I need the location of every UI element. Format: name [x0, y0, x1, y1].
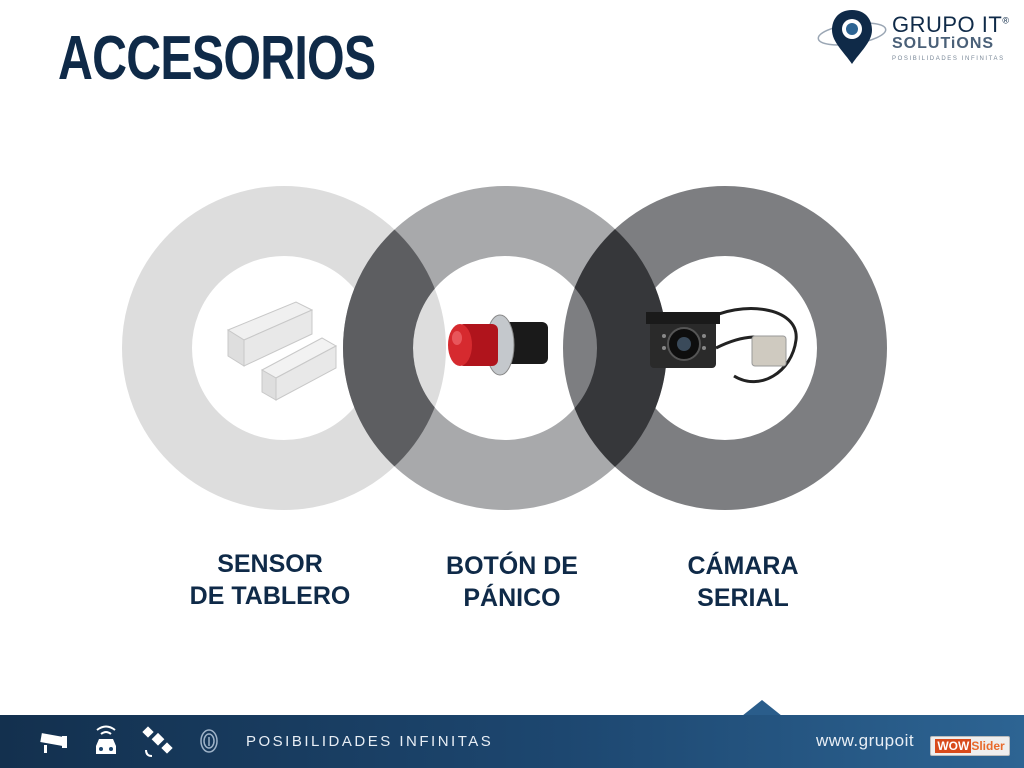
serial-camera-image — [646, 307, 798, 384]
item-label-line1: CÁMARA — [687, 552, 799, 580]
door-sensor-image — [226, 301, 338, 401]
cctv-camera-icon — [40, 733, 67, 753]
fingerprint-icon — [200, 729, 218, 753]
item-label-camera: CÁMARA SERIAL — [623, 550, 863, 614]
car-wifi-icon — [96, 725, 116, 754]
badge-part2: Slider — [971, 739, 1005, 753]
item-label-sensor: SENSOR DE TABLERO — [150, 548, 390, 612]
item-label-panic-button: BOTÓN DE PÁNICO — [392, 550, 632, 614]
website-link[interactable]: www.grupoit — [816, 731, 914, 751]
slide: ACCESORIOS GRUPO IT® SOLUTiONS POSIBILID… — [0, 0, 1024, 768]
item-label-line2: DE TABLERO — [189, 582, 351, 610]
footer-tagline: POSIBILIDADES INFINITAS — [246, 733, 494, 750]
item-label-line2: PÁNICO — [463, 584, 561, 612]
item-label-line1: SENSOR — [217, 550, 323, 578]
badge-part1: WOW — [935, 739, 972, 753]
item-label-line1: BOTÓN DE — [446, 552, 578, 580]
satellite-icon — [142, 726, 173, 757]
wowslider-badge[interactable]: WOW Slider — [930, 736, 1010, 756]
item-label-line2: SERIAL — [697, 584, 789, 612]
panic-button-image — [448, 314, 548, 376]
footer-tab — [742, 700, 782, 716]
